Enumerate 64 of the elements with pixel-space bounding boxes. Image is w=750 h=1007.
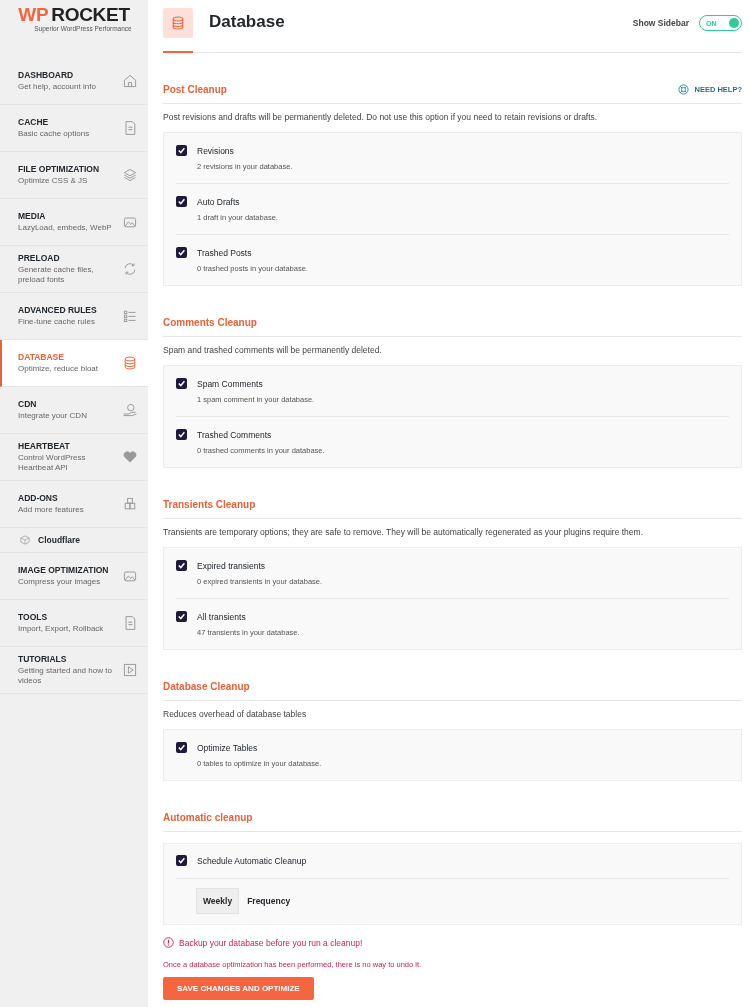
option-label: All transients [197, 612, 247, 622]
document-icon [122, 615, 138, 631]
option-label: Expired transients [197, 561, 267, 571]
checkbox[interactable] [176, 611, 187, 622]
database-icon [122, 355, 138, 371]
sidebar-item[interactable]: ADD-ONS Add more features [0, 481, 148, 528]
section-title: Comments Cleanup [163, 317, 257, 328]
section-description: Spam and trashed comments will be permanently deleted. [163, 345, 383, 355]
sidebar-item[interactable]: TOOLS Import, Export, Rollback [0, 600, 148, 647]
page-title: Database [209, 12, 286, 32]
list-icon [122, 308, 138, 324]
frequency-select[interactable]: Weekly [196, 888, 240, 914]
document-icon [122, 120, 138, 136]
sidebar-item[interactable]: MEDIA LazyLoad, embeds, WebP [0, 199, 148, 246]
sidebar-subitem[interactable]: Cloudflare [0, 528, 148, 553]
option-label: Optimize Tables [197, 743, 259, 753]
sidebar-item[interactable]: IMAGE OPTIMIZATION Compress your images [0, 553, 148, 600]
image-icon [122, 568, 138, 584]
play-icon [122, 662, 138, 678]
section-title: Post Cleanup [163, 84, 227, 95]
logo-mark: WP [18, 4, 49, 25]
checkbox[interactable] [176, 855, 187, 866]
option-label: Trashed Posts [197, 248, 253, 258]
section-title: Transients Cleanup [163, 499, 256, 510]
sidebar-item[interactable]: HEARTBEAT Control WordPress Heartbeat API [0, 434, 148, 481]
option-label: Revisions [197, 146, 235, 156]
sidebar-item[interactable]: DATABASE Optimize, reduce bloat [0, 340, 148, 387]
sidebar-item[interactable]: CDN Integrate your CDN [0, 387, 148, 434]
logo-name: ROCKET [51, 4, 130, 25]
warning-text: Backup your database before you run a cleanup! [179, 937, 363, 948]
checkbox[interactable] [176, 560, 187, 571]
option-label: Schedule Automatic Cleanup [197, 856, 307, 866]
checkbox[interactable] [176, 145, 187, 156]
checkbox[interactable] [176, 247, 187, 258]
option-label: Spam Comments [197, 379, 264, 389]
section-title: Automatic cleanup [163, 812, 253, 823]
section-description: Reduces overhead of database tables [163, 709, 308, 719]
option-label: Auto Drafts [197, 197, 241, 207]
frequency-label: Frequency [247, 896, 291, 906]
sidebar-item[interactable]: DASHBOARD Get help, account info [0, 58, 148, 105]
cube-icon [20, 535, 30, 545]
option-label: Trashed Comments [197, 430, 273, 440]
sidebar-item[interactable]: CACHE Basic cache options [0, 105, 148, 152]
section-description: Post revisions and drafts will be permanently deleted. Do not use this option if you need to retain revisions or drafts. [163, 112, 599, 122]
section-title: Database Cleanup [163, 681, 250, 692]
database-icon [170, 14, 186, 32]
checkbox[interactable] [176, 378, 187, 389]
layers-icon [122, 167, 138, 183]
checkbox[interactable] [176, 429, 187, 440]
heart-icon [122, 449, 138, 465]
section-description: Transients are temporary options; they are safe to remove. They will be automatically regenerated as your plugins require them. [163, 527, 645, 537]
refresh-icon [122, 261, 138, 277]
toggle-label: Show Sidebar [632, 18, 689, 28]
globe-hand-icon [122, 402, 138, 418]
home-icon [122, 73, 138, 89]
image-icon [122, 214, 138, 230]
warning-icon [163, 937, 174, 948]
checkbox[interactable] [176, 742, 187, 753]
sidebar-item[interactable]: FILE OPTIMIZATION Optimize CSS & JS [0, 152, 148, 199]
help-icon [678, 84, 690, 95]
cubes-icon [122, 496, 138, 512]
sidebar-item[interactable]: TUTORIALS Getting started and how to videos [0, 647, 148, 694]
checkbox[interactable] [176, 196, 187, 207]
sidebar-item[interactable]: PRELOAD Generate cache files, preload fonts [0, 246, 148, 293]
